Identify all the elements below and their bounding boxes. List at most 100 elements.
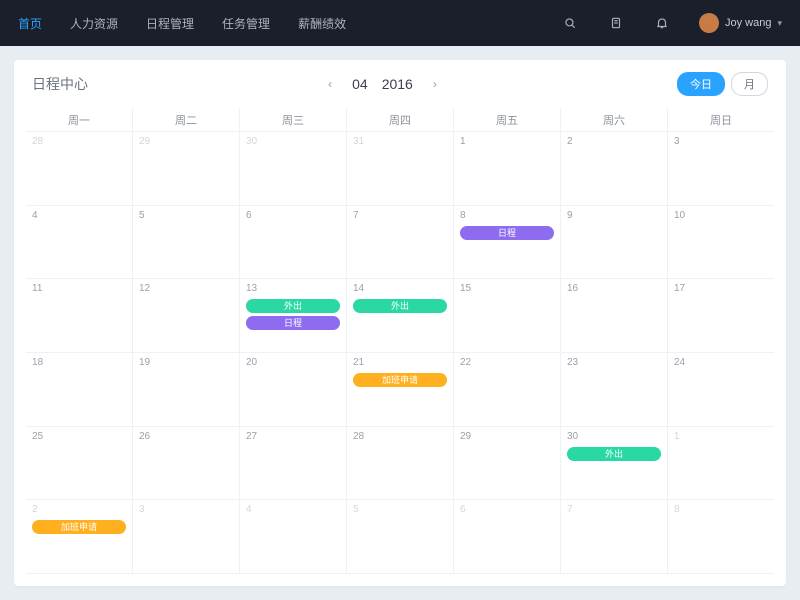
day-number: 11 bbox=[32, 283, 42, 294]
calendar-day-cell[interactable]: 4 bbox=[240, 500, 347, 574]
calendar-day-cell[interactable]: 21加班申请 bbox=[347, 353, 454, 427]
calendar-day-cell[interactable]: 3 bbox=[133, 500, 240, 574]
calendar-day-cell[interactable]: 17 bbox=[668, 279, 774, 353]
day-number: 23 bbox=[567, 357, 578, 368]
day-number: 24 bbox=[674, 357, 685, 368]
calendar-day-cell[interactable]: 20 bbox=[240, 353, 347, 427]
nav-item-schedule[interactable]: 日程管理 bbox=[146, 15, 194, 32]
day-number: 9 bbox=[567, 210, 573, 221]
clipboard-icon[interactable] bbox=[607, 14, 625, 32]
calendar-day-cell[interactable]: 1 bbox=[454, 132, 561, 206]
day-number: 19 bbox=[139, 357, 150, 368]
day-number: 10 bbox=[674, 210, 685, 221]
calendar-week-row: 18 19 20 21加班申请22 23 24 bbox=[26, 353, 774, 427]
prev-month-button[interactable]: ‹ bbox=[322, 75, 338, 93]
calendar-day-cell[interactable]: 5 bbox=[133, 206, 240, 280]
calendar-day-cell[interactable]: 8日程 bbox=[454, 206, 561, 280]
calendar-day-cell[interactable]: 24 bbox=[668, 353, 774, 427]
day-number: 14 bbox=[353, 283, 364, 294]
calendar-day-cell[interactable]: 28 bbox=[347, 427, 454, 501]
view-toggle: 今日 月 bbox=[677, 72, 768, 96]
weekday-cell: 周日 bbox=[668, 108, 774, 132]
weekday-header: 周一 周二 周三 周四 周五 周六 周日 bbox=[26, 108, 774, 132]
calendar-event[interactable]: 外出 bbox=[246, 299, 340, 313]
calendar-day-cell[interactable]: 23 bbox=[561, 353, 668, 427]
calendar-day-cell[interactable]: 29 bbox=[133, 132, 240, 206]
calendar-day-cell[interactable]: 22 bbox=[454, 353, 561, 427]
calendar-event[interactable]: 外出 bbox=[353, 299, 447, 313]
calendar-event[interactable]: 加班申请 bbox=[32, 520, 126, 534]
calendar-day-cell[interactable]: 12 bbox=[133, 279, 240, 353]
day-number: 20 bbox=[246, 357, 257, 368]
calendar-day-cell[interactable]: 8 bbox=[668, 500, 774, 574]
day-number: 13 bbox=[246, 283, 257, 294]
bell-icon[interactable] bbox=[653, 14, 671, 32]
avatar bbox=[699, 13, 719, 33]
day-number: 3 bbox=[139, 504, 145, 515]
day-number: 25 bbox=[32, 431, 43, 442]
calendar-day-cell[interactable]: 4 bbox=[26, 206, 133, 280]
calendar-day-cell[interactable]: 7 bbox=[561, 500, 668, 574]
calendar-day-cell[interactable]: 2 加班申请 bbox=[26, 500, 133, 574]
day-number: 5 bbox=[139, 210, 145, 221]
day-number: 2 bbox=[32, 504, 38, 515]
calendar-day-cell[interactable]: 10 bbox=[668, 206, 774, 280]
calendar-day-cell[interactable]: 30 bbox=[240, 132, 347, 206]
user-menu[interactable]: Joy wang ▾ bbox=[699, 13, 782, 33]
calendar-day-cell[interactable]: 28 bbox=[26, 132, 133, 206]
calendar-day-cell[interactable]: 29 bbox=[454, 427, 561, 501]
day-number: 16 bbox=[567, 283, 578, 294]
day-number: 28 bbox=[353, 431, 364, 442]
day-number: 2 bbox=[567, 136, 573, 147]
calendar-day-cell[interactable]: 6 bbox=[454, 500, 561, 574]
calendar-week-row: 25 26 27 28 2930外出1 bbox=[26, 427, 774, 501]
calendar-event[interactable]: 加班申请 bbox=[353, 373, 447, 387]
day-number: 27 bbox=[246, 431, 257, 442]
calendar-day-cell[interactable]: 18 bbox=[26, 353, 133, 427]
year-label: 2016 bbox=[382, 76, 413, 92]
nav-item-home[interactable]: 首页 bbox=[18, 15, 42, 32]
calendar-day-cell[interactable]: 6 bbox=[240, 206, 347, 280]
calendar-day-cell[interactable]: 13 外出日程 bbox=[240, 279, 347, 353]
calendar-event[interactable]: 日程 bbox=[246, 316, 340, 330]
day-number: 8 bbox=[674, 504, 680, 515]
day-number: 31 bbox=[353, 136, 364, 147]
calendar-day-cell[interactable]: 2 bbox=[561, 132, 668, 206]
weekday-cell: 周二 bbox=[133, 108, 240, 132]
day-number: 3 bbox=[674, 136, 680, 147]
calendar-day-cell[interactable]: 30外出 bbox=[561, 427, 668, 501]
calendar-day-cell[interactable]: 26 bbox=[133, 427, 240, 501]
calendar-day-cell[interactable]: 11 bbox=[26, 279, 133, 353]
calendar-day-cell[interactable]: 25 bbox=[26, 427, 133, 501]
calendar-day-cell[interactable]: 16 bbox=[561, 279, 668, 353]
calendar-day-cell[interactable]: 5 bbox=[347, 500, 454, 574]
calendar-week-row: 28 29 30 31 12 3 bbox=[26, 132, 774, 206]
calendar-event[interactable]: 外出 bbox=[567, 447, 661, 461]
calendar-day-cell[interactable]: 15 bbox=[454, 279, 561, 353]
day-number: 7 bbox=[353, 210, 359, 221]
day-number: 28 bbox=[32, 136, 43, 147]
calendar-week-row: 111213外出日程14外出151617 bbox=[26, 279, 774, 353]
calendar-day-cell[interactable]: 3 bbox=[668, 132, 774, 206]
search-icon[interactable] bbox=[561, 14, 579, 32]
calendar-day-cell[interactable]: 14 外出 bbox=[347, 279, 454, 353]
nav-item-payroll[interactable]: 薪酬绩效 bbox=[298, 15, 346, 32]
calendar-day-cell[interactable]: 19 bbox=[133, 353, 240, 427]
calendar-panel: 日程中心 ‹ 04 2016 › 今日 月 周一 周二 周三 周四 周五 周六 … bbox=[14, 60, 786, 586]
nav-item-hr[interactable]: 人力资源 bbox=[70, 15, 118, 32]
today-button[interactable]: 今日 bbox=[677, 72, 725, 96]
calendar-event[interactable]: 日程 bbox=[460, 226, 554, 240]
next-month-button[interactable]: › bbox=[427, 75, 443, 93]
user-name: Joy wang bbox=[725, 17, 771, 29]
day-number: 29 bbox=[139, 136, 150, 147]
calendar-day-cell[interactable]: 7 bbox=[347, 206, 454, 280]
calendar-day-cell[interactable]: 31 bbox=[347, 132, 454, 206]
calendar-day-cell[interactable]: 27 bbox=[240, 427, 347, 501]
calendar-day-cell[interactable]: 1 bbox=[668, 427, 774, 501]
month-navigator: ‹ 04 2016 › bbox=[88, 75, 677, 93]
month-view-button[interactable]: 月 bbox=[731, 72, 768, 96]
day-number: 12 bbox=[139, 283, 150, 294]
calendar-day-cell[interactable]: 9 bbox=[561, 206, 668, 280]
panel-header: 日程中心 ‹ 04 2016 › 今日 月 bbox=[14, 60, 786, 100]
nav-item-tasks[interactable]: 任务管理 bbox=[222, 15, 270, 32]
